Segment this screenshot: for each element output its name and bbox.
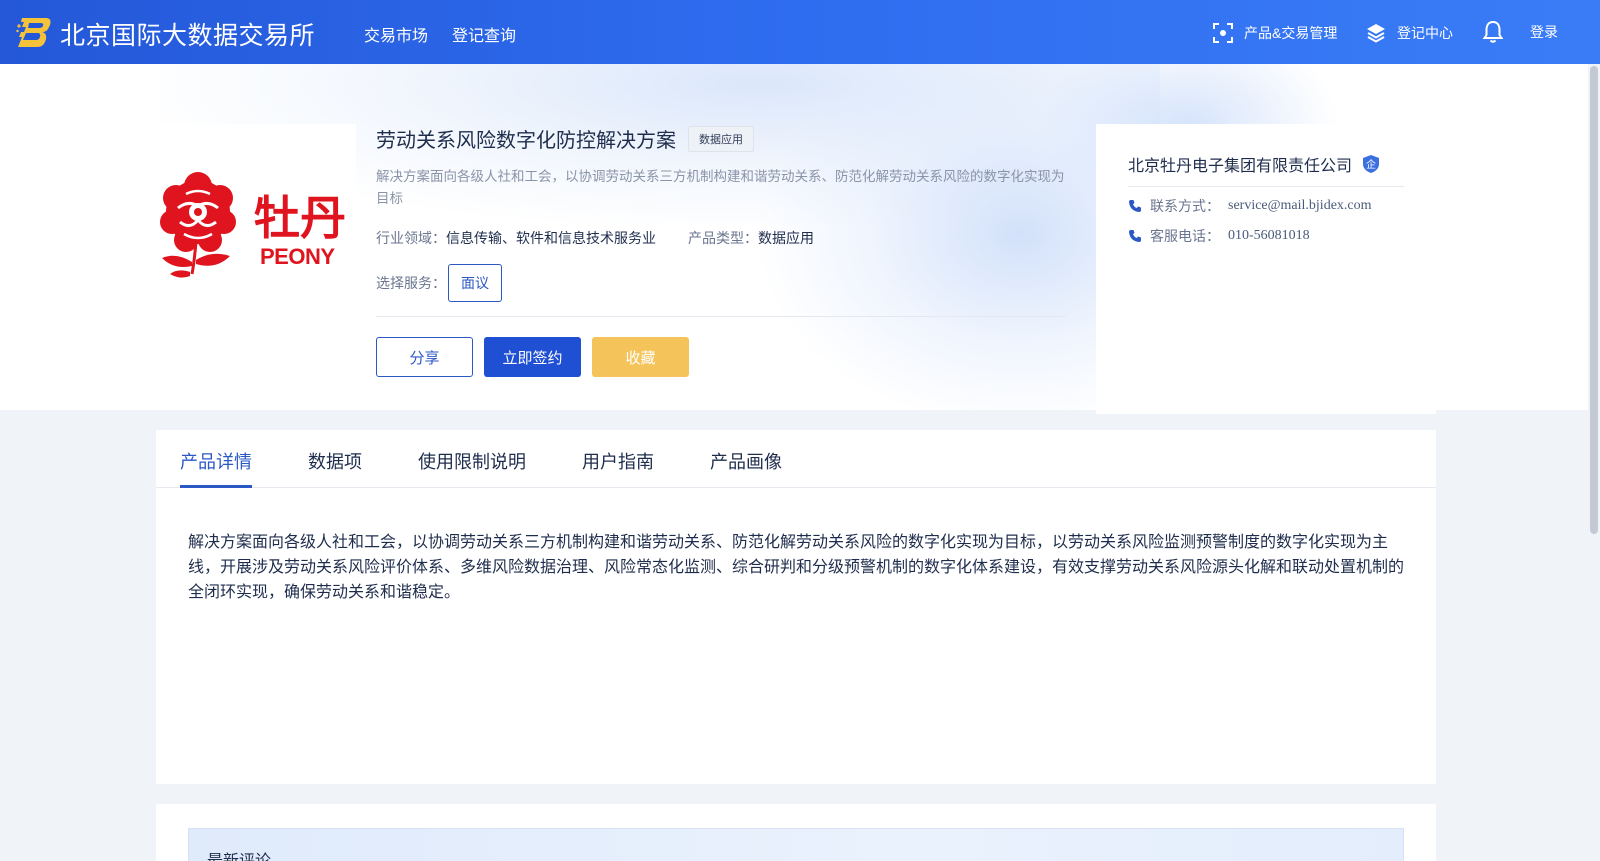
comments-section: 最新评论 — [156, 804, 1436, 861]
divider — [376, 316, 1066, 317]
tab-data-items[interactable]: 数据项 — [308, 448, 362, 474]
registry-center-link[interactable]: 登记中心 — [1365, 22, 1453, 44]
comments-header: 最新评论 — [188, 828, 1404, 861]
tab-product-detail[interactable]: 产品详情 — [180, 448, 252, 474]
industry-field: 行业领域：信息传输、软件和信息技术服务业 — [376, 228, 656, 248]
seller-name-row: 北京牡丹电子集团有限责任公司 企 — [1128, 152, 1380, 176]
peony-brand-logo: 牡丹 PEONY — [160, 172, 346, 278]
scan-frame-icon — [1213, 23, 1233, 43]
phone-icon — [1129, 200, 1141, 212]
svg-text:PEONY: PEONY — [260, 244, 335, 269]
tab-user-guide[interactable]: 用户指南 — [582, 448, 654, 474]
share-button[interactable]: 分享 — [376, 337, 473, 377]
enterprise-badge-text: 企 — [1366, 158, 1376, 171]
contact-email[interactable]: service@mail.bjidex.com — [1228, 198, 1372, 214]
site-logo-icon[interactable] — [16, 15, 52, 48]
detail-tabs: 产品详情 数据项 使用限制说明 用户指南 产品画像 — [156, 430, 1436, 488]
registry-center-label: 登记中心 — [1397, 25, 1453, 41]
product-logo: 牡丹 PEONY — [156, 124, 356, 328]
site-name[interactable]: 北京国际大数据交易所 — [60, 16, 315, 52]
favorite-button[interactable]: 收藏 — [592, 337, 689, 377]
product-type-field: 产品类型：数据应用 — [688, 228, 814, 248]
product-detail-text: 解决方案面向各级人社和工会，以协调劳动关系三方机制构建和谐劳动关系、防范化解劳动… — [188, 534, 1405, 601]
phone-label: 客服电话： — [1150, 228, 1220, 244]
service-label: 选择服务： — [376, 275, 446, 291]
product-type-tag: 数据应用 — [688, 125, 754, 152]
product-meta: 行业领域：信息传输、软件和信息技术服务业 产品类型：数据应用 — [376, 228, 814, 248]
service-phone-row: 客服电话： 010-56081018 — [1128, 226, 1310, 246]
divider — [1128, 186, 1404, 187]
notification-bell-button[interactable] — [1482, 20, 1504, 44]
tab-usage-restrictions[interactable]: 使用限制说明 — [418, 448, 526, 474]
nav-trading-market[interactable]: 交易市场 — [364, 22, 428, 46]
page-scrollbar-thumb[interactable] — [1590, 66, 1598, 534]
industry-label: 行业领域： — [376, 230, 446, 246]
phone-icon — [1129, 230, 1141, 242]
product-type-label: 产品类型： — [688, 230, 758, 246]
seller-card: 北京牡丹电子集团有限责任公司 企 联系方式： service@mail.bjid… — [1096, 124, 1436, 414]
bell-icon — [1482, 20, 1504, 43]
svg-text:牡丹: 牡丹 — [254, 191, 346, 245]
service-phone: 010-56081018 — [1228, 228, 1310, 243]
sign-now-button[interactable]: 立即签约 — [484, 337, 581, 377]
contact-email-row: 联系方式： service@mail.bjidex.com — [1128, 196, 1372, 216]
service-option-negotiable[interactable]: 面议 — [448, 264, 502, 302]
product-title-row: 劳动关系风险数字化防控解决方案 数据应用 — [376, 124, 754, 153]
login-link[interactable]: 登录 — [1530, 22, 1558, 42]
layers-icon — [1367, 24, 1385, 43]
product-description: 解决方案面向各级人社和工会，以协调劳动关系三方机制构建和谐劳动关系、防范化解劳动… — [376, 169, 1065, 206]
enterprise-verified-badge-icon: 企 — [1363, 155, 1380, 173]
nav-registry-query[interactable]: 登记查询 — [452, 22, 516, 46]
product-type-value: 数据应用 — [758, 230, 814, 246]
top-navigation-bar: 北京国际大数据交易所 交易市场 登记查询 产品&交易管理 登记中心 登录 — [0, 0, 1600, 64]
seller-name[interactable]: 北京牡丹电子集团有限责任公司 — [1128, 152, 1352, 176]
industry-value: 信息传输、软件和信息技术服务业 — [446, 230, 656, 246]
product-trade-management-label: 产品&交易管理 — [1244, 25, 1338, 41]
product-title: 劳动关系风险数字化防控解决方案 — [376, 130, 676, 152]
active-tab-indicator — [180, 485, 252, 488]
contact-label: 联系方式： — [1150, 198, 1220, 214]
product-detail-panel: 产品详情 数据项 使用限制说明 用户指南 产品画像 解决方案面向各级人社和工会，… — [156, 430, 1436, 784]
service-selector: 选择服务： 面议 — [376, 264, 502, 302]
tab-product-portrait[interactable]: 产品画像 — [710, 448, 782, 474]
product-trade-management-link[interactable]: 产品&交易管理 — [1212, 22, 1337, 44]
comments-title: 最新评论 — [207, 847, 271, 861]
